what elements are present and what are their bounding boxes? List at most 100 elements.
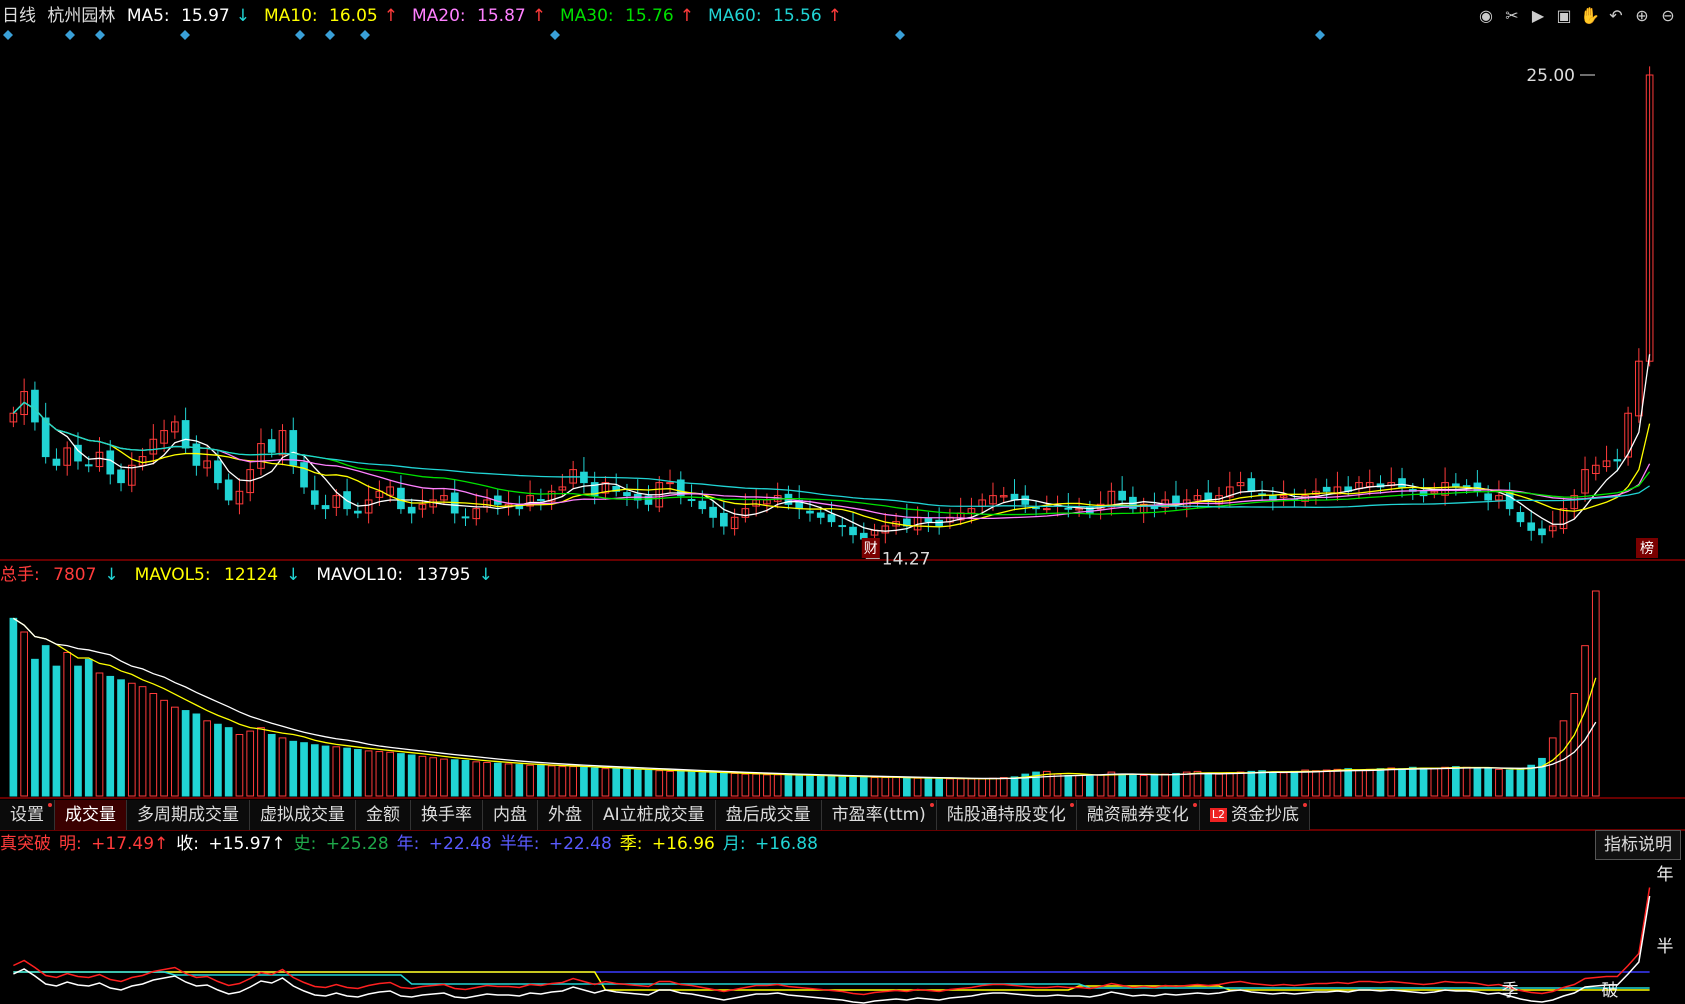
volume-bar xyxy=(816,775,825,797)
candle-body xyxy=(321,505,330,510)
indicator-legend-item: 明: +17.49↑ xyxy=(59,834,172,854)
volume-bar xyxy=(1096,774,1105,797)
candle-body xyxy=(1441,482,1449,496)
ma10-line xyxy=(12,401,1651,528)
tab-内盘[interactable]: 内盘 xyxy=(483,800,538,830)
candle-body xyxy=(547,490,556,502)
candle-body xyxy=(214,460,222,484)
tab-金额[interactable]: 金额 xyxy=(356,800,411,830)
ma-legend: 日线 杭州园林 MA5: 15.97 ↓ MA10: 16.05 ↑ MA20: 15.… xyxy=(0,4,862,28)
tab-label: 市盈率(ttm) xyxy=(831,805,926,825)
volume-bar xyxy=(52,665,61,797)
tab-成交量[interactable]: 成交量 xyxy=(55,800,127,830)
candle-body xyxy=(149,438,158,455)
volume-bar xyxy=(310,744,319,797)
candle-body xyxy=(1495,495,1503,501)
volume-bar xyxy=(590,767,599,797)
ma-label: MA30: xyxy=(559,6,620,26)
candle-body xyxy=(1376,483,1385,488)
volume-bar xyxy=(246,730,255,797)
volume-bar xyxy=(1419,767,1428,797)
tab-融资融券变化[interactable]: 融资融券变化 xyxy=(1076,800,1200,830)
tab-盘后成交量[interactable]: 盘后成交量 xyxy=(715,800,822,830)
volume-bar xyxy=(106,675,115,797)
volume-bar xyxy=(1548,737,1557,797)
volume-bar xyxy=(1075,775,1083,797)
candle-body xyxy=(1581,469,1589,494)
volume-bar xyxy=(1215,773,1223,797)
candle-body xyxy=(1107,490,1116,508)
volume-legend-label: MAVOL10: xyxy=(316,565,409,585)
ma-arrow: ↑ xyxy=(531,6,546,26)
volume-bar xyxy=(160,699,168,797)
candle-body xyxy=(246,469,255,494)
candle-body xyxy=(1635,360,1643,417)
tab-换手率[interactable]: 换手率 xyxy=(411,800,483,830)
volume-bar xyxy=(20,631,28,797)
volume-bar xyxy=(687,771,696,797)
badge-cai xyxy=(861,538,880,558)
next-day-line xyxy=(13,887,1651,996)
candle-body xyxy=(838,525,847,528)
eye-icon[interactable]: ◉ xyxy=(1475,4,1497,26)
candle-body xyxy=(989,495,997,505)
volume-legend-arrow: ↓ xyxy=(104,565,119,585)
tab-虚拟成交量[interactable]: 虚拟成交量 xyxy=(250,800,356,830)
candle-body xyxy=(1021,495,1030,505)
tab-资金抄底[interactable]: L2 资金抄底 xyxy=(1199,800,1310,830)
candle-body xyxy=(1613,459,1622,462)
candle-body xyxy=(192,443,201,466)
volume-bar xyxy=(1398,768,1406,797)
volume-bar xyxy=(537,764,545,797)
tab-市盈率(ttm)[interactable]: 市盈率(ttm) xyxy=(821,800,937,830)
zoom-out-icon[interactable]: ⊖ xyxy=(1657,4,1679,26)
candle-body xyxy=(623,492,631,497)
candle-body xyxy=(504,503,513,508)
candle-body xyxy=(795,499,804,510)
volume-legend-value: 13795 xyxy=(416,565,471,585)
undo-icon[interactable]: ↶ xyxy=(1605,4,1627,26)
candle-body xyxy=(31,389,39,423)
volume-bar xyxy=(1064,775,1073,797)
volume-bar xyxy=(1484,768,1492,797)
tab-多周期成交量[interactable]: 多周期成交量 xyxy=(127,800,250,830)
play-icon[interactable]: ▶ xyxy=(1527,4,1549,26)
indicator-explain-button[interactable]: 指标说明 xyxy=(1595,830,1681,860)
candle-body xyxy=(1312,490,1320,495)
indicator-legend-label: 明: xyxy=(59,834,82,854)
lock-icon[interactable]: ▣ xyxy=(1553,4,1575,26)
event-marker-icon xyxy=(3,30,13,40)
ma30-line xyxy=(12,401,1651,516)
volume-bar xyxy=(343,747,351,797)
scissors-icon[interactable]: ✂ xyxy=(1501,4,1523,26)
candle-body xyxy=(9,412,18,423)
volume-bar xyxy=(741,773,750,797)
tab-dot xyxy=(1302,803,1307,807)
volume-bar xyxy=(138,686,147,797)
hand-icon[interactable]: ✋ xyxy=(1579,4,1601,26)
candle-body xyxy=(1484,493,1492,501)
candle-body xyxy=(429,499,438,508)
season-line xyxy=(13,971,1650,991)
zoom-in-icon[interactable]: ⊕ xyxy=(1631,4,1653,26)
tab-label: 多周期成交量 xyxy=(137,805,239,825)
tab-设置[interactable]: 设置 xyxy=(0,800,55,830)
indicator-legend-label: 月: xyxy=(722,834,746,854)
tab-AI立桩成交量[interactable]: AI立桩成交量 xyxy=(593,800,716,830)
tab-陆股通持股变化[interactable]: 陆股通持股变化 xyxy=(936,800,1077,830)
tab-label: 成交量 xyxy=(65,805,116,825)
event-marker-icon xyxy=(65,30,75,40)
volume-bar xyxy=(1053,773,1062,797)
tab-外盘[interactable]: 外盘 xyxy=(538,800,593,830)
volume-bar xyxy=(171,706,179,797)
candle-body xyxy=(903,518,911,527)
volume-bar xyxy=(849,776,857,797)
ma-arrow: ↑ xyxy=(679,6,694,26)
candle-body xyxy=(1150,505,1159,510)
ma-label: MA10: xyxy=(263,6,324,26)
candle-body xyxy=(924,518,933,523)
volume-bar xyxy=(407,754,416,797)
candle-body xyxy=(827,514,836,523)
period-label[interactable]: 日线 xyxy=(2,6,36,26)
candle-body xyxy=(343,491,351,510)
